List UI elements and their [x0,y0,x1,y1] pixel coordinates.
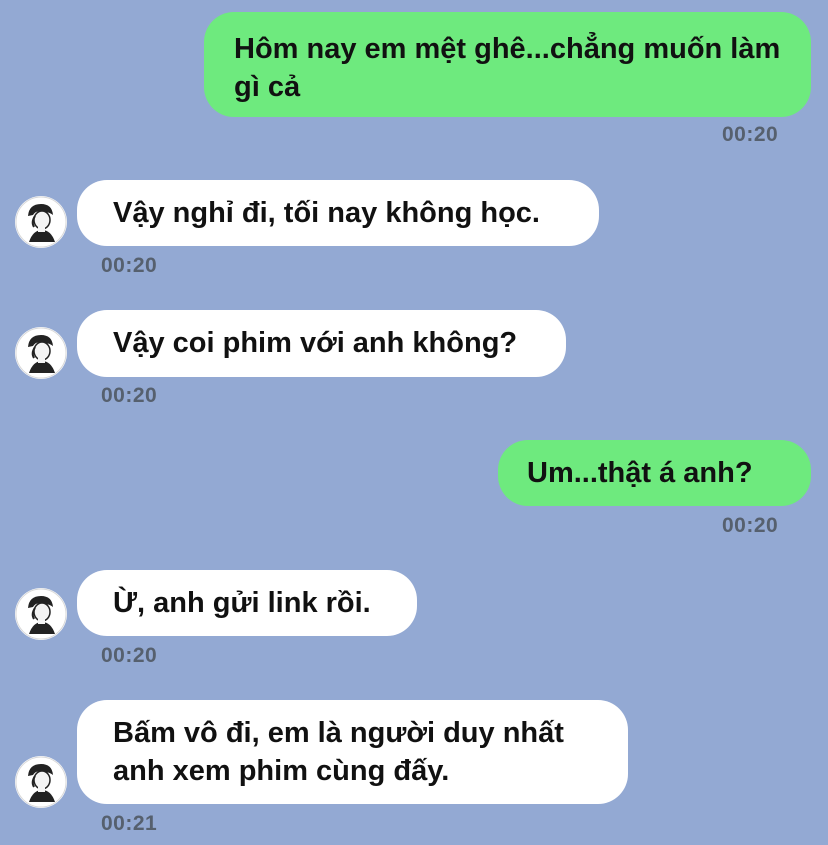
message-text: Vậy coi phim với anh không? [113,327,518,359]
message-timestamp: 00:20 [101,254,158,277]
sender-avatar[interactable] [15,327,67,379]
sender-avatar[interactable] [15,588,67,640]
sender-avatar[interactable] [15,196,67,248]
message-timestamp: 00:20 [101,384,158,407]
message-text: Hôm nay em mệt ghê...chẳng muốn làm gì c… [234,33,781,103]
message-timestamp: 00:20 [722,123,779,146]
message-text: Vậy nghỉ đi, tối nay không học. [113,197,540,229]
message-timestamp: 00:20 [101,644,158,667]
message-timestamp: 00:20 [722,514,779,537]
message-text: Ừ, anh gửi link rồi. [113,587,371,619]
message-bubble-incoming[interactable]: Vậy nghỉ đi, tối nay không học. [77,180,599,246]
avatar-portrait-icon [15,588,67,640]
message-timestamp: 00:21 [101,812,158,835]
message-bubble-incoming[interactable]: Bấm vô đi, em là người duy nhất anh xem … [77,700,628,804]
message-bubble-incoming[interactable]: Vậy coi phim với anh không? [77,310,566,377]
avatar-portrait-icon [15,327,67,379]
message-text: Um...thật á anh? [527,457,753,489]
chat-thread[interactable]: Hôm nay em mệt ghê...chẳng muốn làm gì c… [0,0,828,845]
message-bubble-outgoing[interactable]: Um...thật á anh? [498,440,811,506]
message-bubble-outgoing[interactable]: Hôm nay em mệt ghê...chẳng muốn làm gì c… [204,12,811,117]
avatar-portrait-icon [15,756,67,808]
message-bubble-incoming[interactable]: Ừ, anh gửi link rồi. [77,570,417,636]
avatar-portrait-icon [15,196,67,248]
sender-avatar[interactable] [15,756,67,808]
message-text: Bấm vô đi, em là người duy nhất anh xem … [113,717,564,787]
